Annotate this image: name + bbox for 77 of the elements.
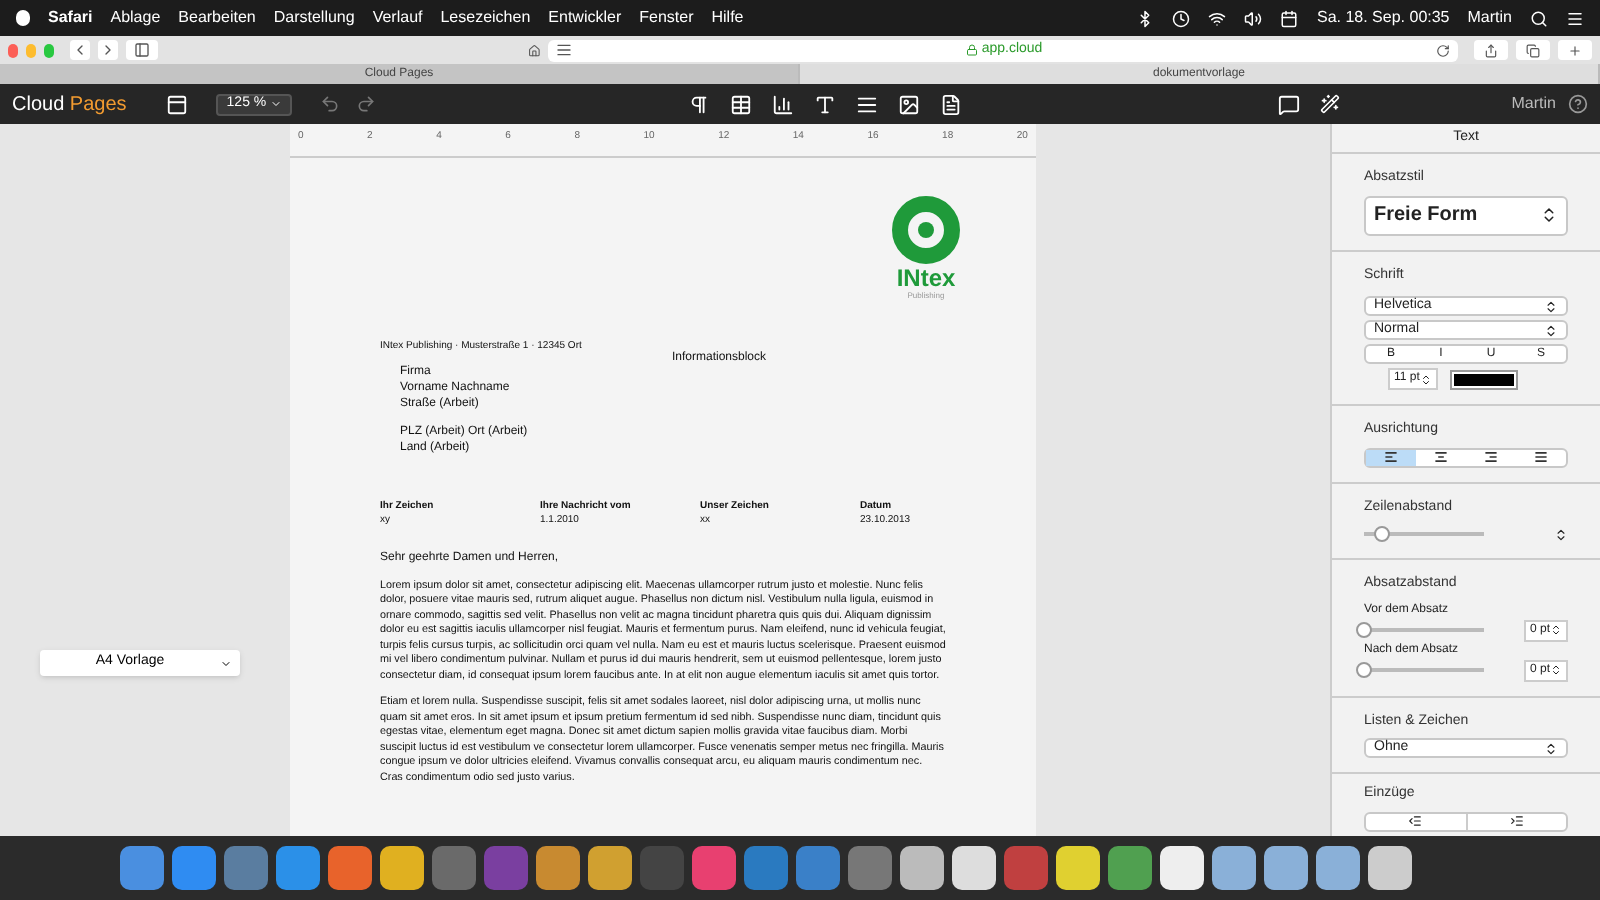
tabs-icon (1526, 43, 1540, 57)
indent-icon (1509, 814, 1524, 828)
caret-icon (270, 98, 283, 110)
paragraph-style-select[interactable]: Freie Form (1364, 195, 1568, 235)
align-center-icon (1434, 450, 1448, 464)
menu-item[interactable]: Entwickler (548, 6, 622, 30)
calendar-icon[interactable] (1280, 9, 1299, 27)
share-button[interactable] (1474, 40, 1508, 60)
menu-item[interactable]: Hilfe (711, 6, 744, 30)
menu-item[interactable]: Darstellung (273, 6, 355, 30)
app-icon[interactable] (1316, 846, 1360, 890)
menu-icon[interactable] (1566, 9, 1584, 27)
share-icon (1484, 43, 1498, 57)
align-left-icon (1384, 450, 1398, 464)
stepper-icon (1540, 206, 1558, 224)
menu-item[interactable]: Safari (48, 6, 93, 30)
slider-thumb[interactable] (1356, 662, 1372, 678)
slider-thumb[interactable] (1374, 526, 1390, 542)
user-menu[interactable]: Martin (1511, 92, 1556, 116)
alignment-button[interactable] (1366, 449, 1416, 465)
apple-icon[interactable] (16, 10, 30, 26)
plus-icon (1568, 43, 1582, 57)
comment-icon[interactable] (1278, 93, 1301, 115)
slider-thumb[interactable] (1356, 622, 1372, 638)
menu-item[interactable]: Bearbeiten (178, 6, 256, 30)
sidebar-icon (133, 42, 150, 58)
lock-icon (965, 44, 978, 56)
stepper-icon (1544, 323, 1558, 337)
new-tab-button[interactable] (1558, 40, 1592, 60)
logo-text: INtex (896, 266, 956, 290)
menu-user[interactable]: Martin (1467, 6, 1512, 30)
table-icon[interactable] (730, 93, 753, 115)
caret-icon (220, 657, 232, 669)
text-icon[interactable] (814, 93, 837, 115)
logo-ring-icon (890, 194, 962, 266)
app-logo: Cloud Pages (12, 91, 127, 119)
layout-icon[interactable] (166, 93, 189, 115)
search-icon[interactable] (1530, 9, 1548, 27)
menu-item[interactable]: Ablage (110, 6, 161, 30)
wifi-icon[interactable] (1208, 9, 1227, 27)
text-box-icon[interactable] (856, 93, 879, 115)
align-right-icon (1484, 450, 1498, 464)
sidebar-button[interactable] (125, 40, 158, 60)
wand-icon[interactable] (1320, 94, 1341, 114)
app-icon[interactable] (1368, 846, 1412, 890)
stepper-icon (1544, 299, 1558, 313)
stepper-icon (1544, 741, 1558, 755)
reader-icon[interactable] (556, 42, 573, 58)
menu-item[interactable]: Lesezeichen (440, 6, 531, 30)
reload-icon[interactable] (1436, 43, 1450, 57)
stepper-icon[interactable] (1554, 527, 1568, 541)
justify-icon (1534, 450, 1548, 464)
app-icon[interactable] (1160, 846, 1204, 890)
font-color-swatch[interactable] (1449, 369, 1518, 389)
app-icon[interactable] (900, 846, 944, 890)
app-icon[interactable] (1264, 846, 1308, 890)
app-icon[interactable] (952, 846, 996, 890)
tabs-button[interactable] (1516, 40, 1550, 60)
app-icon[interactable] (1056, 846, 1100, 890)
menu-item[interactable]: Fenster (639, 6, 694, 30)
menu-clock[interactable]: Sa. 18. Sep. 00:35 (1316, 6, 1450, 30)
redo-icon[interactable] (356, 94, 377, 114)
home-icon[interactable] (527, 41, 541, 59)
menu-item[interactable]: Verlauf (372, 6, 423, 30)
outdent-icon (1408, 814, 1423, 828)
app-icon[interactable] (1212, 846, 1256, 890)
app-icon[interactable] (588, 846, 632, 890)
clock-icon[interactable] (1172, 9, 1191, 27)
chart-icon[interactable] (772, 93, 795, 115)
document-icon[interactable] (940, 93, 963, 115)
app-icon[interactable] (380, 846, 424, 890)
paragraph-icon[interactable] (688, 93, 711, 115)
volume-icon[interactable] (1244, 9, 1263, 27)
undo-icon[interactable] (320, 94, 341, 114)
image-icon[interactable] (898, 93, 921, 115)
help-icon[interactable] (1568, 94, 1588, 114)
bluetooth-icon[interactable] (1136, 9, 1155, 27)
